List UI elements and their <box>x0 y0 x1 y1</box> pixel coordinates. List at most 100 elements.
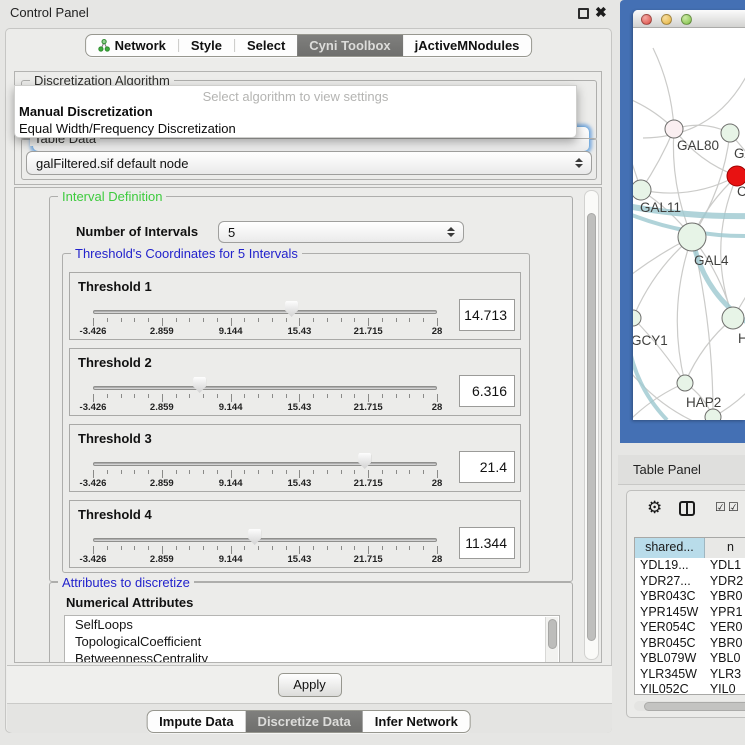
network-node[interactable] <box>705 409 721 420</box>
float-panel-icon[interactable] <box>578 8 589 19</box>
threshold-value-input[interactable] <box>459 375 515 407</box>
tab-network[interactable]: Network <box>86 35 178 56</box>
table-data-combo[interactable]: galFiltered.sif default node <box>26 151 592 175</box>
table-row[interactable]: YLR345WYLR3 <box>635 667 745 683</box>
table-cell: YDR27... <box>635 574 705 590</box>
network-node[interactable] <box>722 307 744 329</box>
threshold-box: Threshold 1-3.4262.8599.14415.4321.71528 <box>69 272 521 340</box>
settings-vertical-scrollbar[interactable] <box>584 190 599 660</box>
apply-button[interactable]: Apply <box>278 673 342 697</box>
table-row[interactable]: YDL19...YDL1 <box>635 558 745 574</box>
network-node-label: GAL80 <box>677 138 719 153</box>
network-node[interactable] <box>665 120 683 138</box>
checkbox-icon[interactable]: ☑ <box>715 501 726 513</box>
tab-style[interactable]: Style <box>179 35 234 56</box>
table-row[interactable]: YDR27...YDR2 <box>635 574 745 590</box>
table-scrollbar-thumb[interactable] <box>644 702 745 711</box>
bottom-tab-impute-data[interactable]: Impute Data <box>147 711 245 732</box>
network-node[interactable] <box>633 310 641 326</box>
mac-zoom-button[interactable] <box>681 14 692 25</box>
algorithm-dropdown-popup: Select algorithm to view settings Manual… <box>14 85 577 138</box>
slider-thumb[interactable] <box>358 453 371 469</box>
threshold-box: Threshold 2 -3.4262.8599.14415.4321.71528 <box>69 348 521 416</box>
table-column-header[interactable]: n <box>705 538 745 558</box>
number-of-intervals-label: Number of Intervals <box>76 224 198 239</box>
network-window: GAL80GACGAL11GAL4GCY1HHAP2 <box>633 10 745 420</box>
table-cell: YIL052C <box>635 682 705 695</box>
table-row[interactable]: YBR043CYBR0 <box>635 589 745 605</box>
mac-close-button[interactable] <box>641 14 652 25</box>
slider-track[interactable] <box>93 462 437 466</box>
tab-jactivemnodules[interactable]: jActiveMNodules <box>403 35 532 56</box>
number-of-intervals-combo[interactable]: 5 <box>218 221 464 243</box>
interval-definition-group: Interval Definition Number of Intervals … <box>49 196 573 582</box>
combo-arrows-icon <box>575 158 583 168</box>
slider-thumb[interactable] <box>285 301 298 317</box>
table-horizontal-scrollbar[interactable] <box>634 701 745 711</box>
attribute-list-item[interactable]: TopologicalCoefficient <box>65 633 559 650</box>
mac-minimize-button[interactable] <box>661 14 672 25</box>
settings-scroll-area: Interval Definition Number of Intervals … <box>14 187 602 663</box>
threshold-box: Threshold 3 -3.4262.8599.14415.4321.71528 <box>69 424 521 492</box>
network-graph: GAL80GACGAL11GAL4GCY1HHAP2 <box>633 28 745 420</box>
slider-thumb[interactable] <box>248 529 261 545</box>
table-row[interactable]: YER054CYER0 <box>635 620 745 636</box>
table-cell: YLR3 <box>705 667 745 683</box>
network-node[interactable] <box>633 180 651 200</box>
apply-bar: Apply <box>7 665 612 703</box>
table-row[interactable]: YBR045CYBR0 <box>635 636 745 652</box>
threshold-box: Threshold 4-3.4262.8599.14415.4321.71528 <box>69 500 521 568</box>
threshold-value-input[interactable] <box>459 451 515 483</box>
slider-tick-labels: -3.4262.8599.14415.4321.71528 <box>93 478 437 490</box>
threshold-value-input[interactable] <box>459 527 515 559</box>
threshold-label: Threshold 2 <box>78 355 152 370</box>
algorithm-popup-items: Manual DiscretizationEqual Width/Frequen… <box>15 103 576 137</box>
combo-arrows-icon <box>447 227 455 237</box>
network-node-label: GCY1 <box>633 333 668 348</box>
bottom-tab-infer-network[interactable]: Infer Network <box>363 711 470 732</box>
slider-tick-labels: -3.4262.8599.14415.4321.71528 <box>93 402 437 414</box>
network-node[interactable] <box>677 375 693 391</box>
control-panel-title: Control Panel <box>10 5 89 20</box>
bottom-tab-discretize-data[interactable]: Discretize Data <box>246 711 363 732</box>
network-window-frame: GAL80GACGAL11GAL4GCY1HHAP2 <box>620 0 745 443</box>
control-panel-tabbar: NetworkStyleSelect Cyni Toolbox jActiveMNo… <box>85 34 533 57</box>
table-cell: YER0 <box>705 620 745 636</box>
algorithm-popup-prompt: Select algorithm to view settings <box>15 86 576 103</box>
network-canvas[interactable]: GAL80GACGAL11GAL4GCY1HHAP2 <box>633 28 745 420</box>
attributes-scrollbar[interactable] <box>545 617 558 663</box>
network-node[interactable] <box>678 223 706 251</box>
checkbox-icon[interactable]: ☑ <box>728 501 739 513</box>
table-row[interactable]: YIL052CYIL0 <box>635 682 745 695</box>
tab-cyni-toolbox[interactable]: Cyni Toolbox <box>297 35 402 56</box>
network-edge <box>677 237 692 383</box>
network-icon <box>98 39 110 52</box>
network-node[interactable] <box>727 166 745 186</box>
network-window-titlebar[interactable] <box>633 10 745 28</box>
tab-select[interactable]: Select <box>235 35 297 56</box>
network-node[interactable] <box>721 124 739 142</box>
table-column-header[interactable]: shared... <box>635 538 705 558</box>
attribute-list-item[interactable]: BetweennessCentrality <box>65 650 559 663</box>
settings-scrollbar-thumb[interactable] <box>587 213 596 641</box>
gear-icon[interactable]: ⚙ <box>647 499 662 516</box>
algorithm-popup-item[interactable]: Equal Width/Frequency Discretization <box>15 120 576 137</box>
threshold-value-input[interactable] <box>459 299 515 331</box>
attribute-list-item[interactable]: SelfLoops <box>65 616 559 633</box>
algorithm-popup-item[interactable]: Manual Discretization <box>15 103 576 120</box>
threshold-label: Threshold 3 <box>78 431 152 446</box>
slider-thumb[interactable] <box>193 377 206 393</box>
slider-track[interactable] <box>93 538 437 542</box>
network-edge <box>633 383 685 420</box>
slider-tick-labels: -3.4262.8599.14415.4321.71528 <box>93 554 437 566</box>
attributes-scrollbar-thumb[interactable] <box>548 619 557 649</box>
tab-label: Infer Network <box>375 714 458 729</box>
table-cell: YBR0 <box>705 636 745 652</box>
slider-track[interactable] <box>93 310 437 314</box>
table-row[interactable]: YPR145WYPR1 <box>635 605 745 621</box>
close-panel-icon[interactable]: ✖ <box>595 4 607 21</box>
columns-icon[interactable] <box>679 501 695 516</box>
tab-label: Cyni Toolbox <box>309 38 390 53</box>
slider-track[interactable] <box>93 386 437 390</box>
table-row[interactable]: YBL079WYBL0 <box>635 651 745 667</box>
